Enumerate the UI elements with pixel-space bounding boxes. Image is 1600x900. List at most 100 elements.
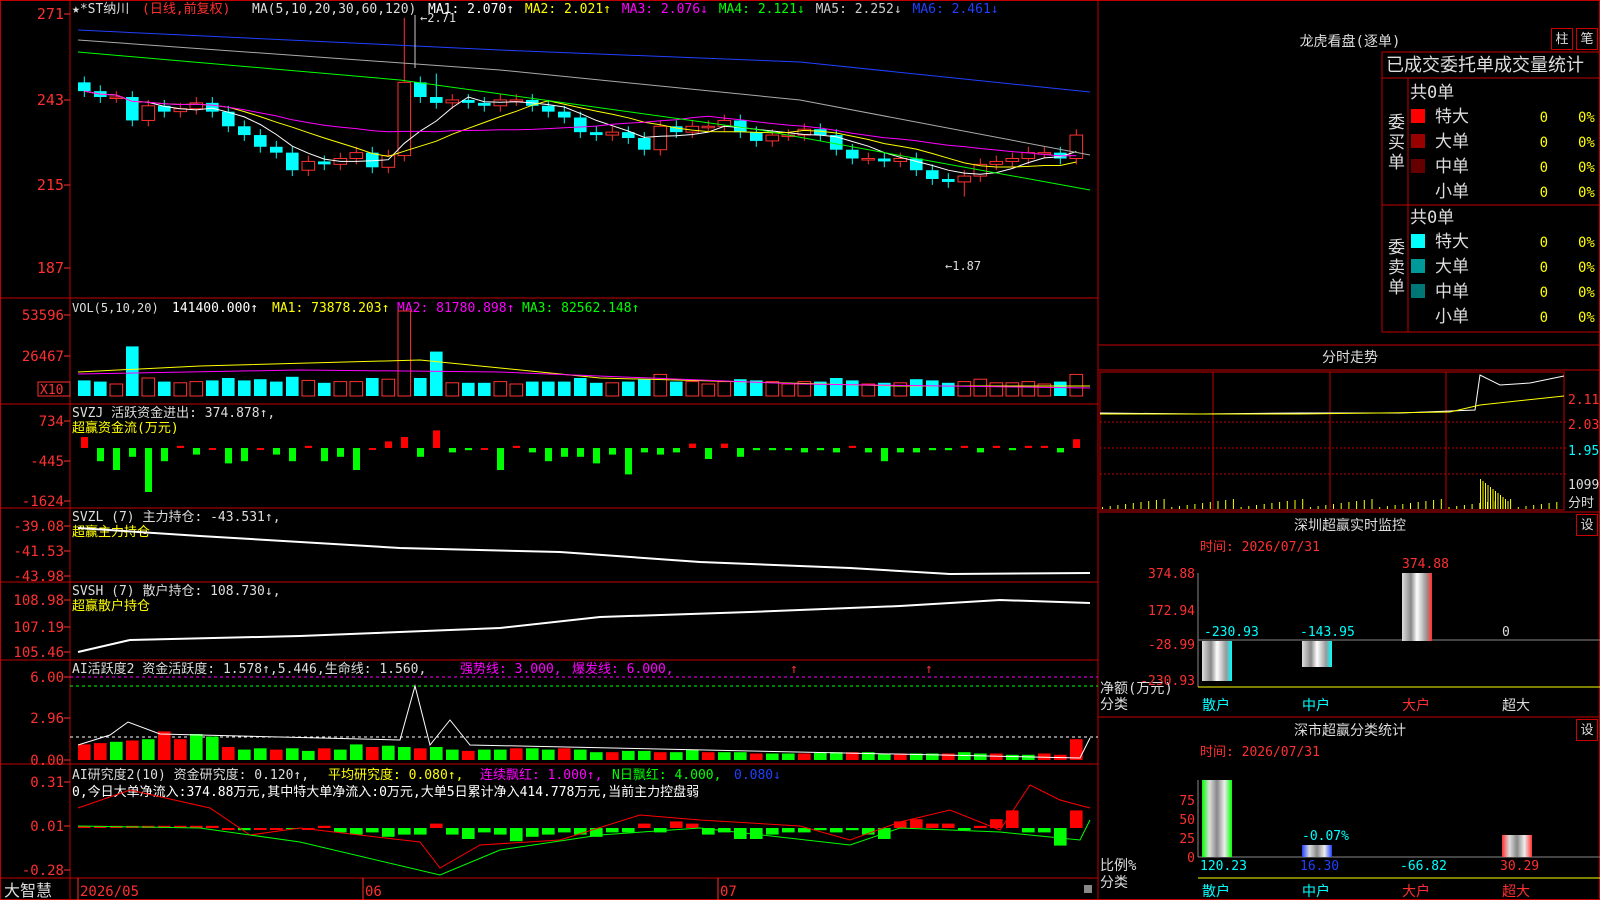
monitor-settings-button[interactable]: 设 (1576, 514, 1598, 536)
bar-mode-button[interactable]: 柱 (1551, 28, 1573, 50)
price-tick-label: 243 (37, 91, 64, 109)
classify-category: 大户 (1402, 883, 1430, 900)
activity-bar (558, 748, 571, 760)
fenshi-vol-bar (1163, 499, 1165, 509)
volume-bar (526, 381, 539, 396)
activity-bar (174, 739, 187, 760)
n-day-red-label: N日飘红: 4.000, (612, 767, 721, 783)
volume-bar (893, 382, 908, 397)
sell-row-count: 0 (1540, 285, 1548, 301)
research-bar-negative (766, 828, 779, 835)
flow-bar-positive (305, 445, 312, 448)
candle-body (286, 152, 299, 171)
classify-xlabel: 分类 (1100, 875, 1128, 891)
fenshi-tick-label: 10999 (1568, 478, 1600, 493)
volume-bar (318, 382, 331, 396)
vol-ma-legend: MA2: 81780.898↑ (397, 301, 514, 316)
monitor-bar (1202, 641, 1232, 681)
flow-bar-negative (337, 448, 344, 457)
candle-body (750, 132, 763, 141)
sell-row-name: 小单 (1435, 307, 1469, 327)
strong-line-label: 强势线: 3.000, (460, 661, 562, 677)
candle-body (653, 125, 668, 151)
flow-bar-negative (1057, 448, 1064, 453)
activity-bar (510, 748, 523, 760)
tick-mode-button[interactable]: 笔 (1576, 28, 1598, 50)
volume-bar (957, 381, 972, 397)
monitor-bar (1402, 573, 1432, 641)
brand-label: 大智慧 (4, 881, 52, 900)
ai-active-header: AI活跃度2 资金活跃度: 1.578↑,5.446,生命线: 1.560, (72, 661, 426, 677)
fenshi-vol-bar (1540, 504, 1542, 509)
flow-bar-negative (881, 448, 888, 462)
sell-row-pct: 0% (1578, 285, 1595, 301)
svsh-tick-label: 107.19 (13, 620, 64, 636)
fenshi-vol-bar (1456, 506, 1458, 509)
flow-bar-negative (241, 448, 248, 462)
ma5-line (77, 39, 1091, 156)
candle-body (78, 82, 91, 92)
classify-settings-button[interactable]: 设 (1576, 719, 1598, 741)
research-bar-negative (366, 828, 379, 833)
candle-body (397, 81, 412, 157)
flow-bar-negative (545, 448, 552, 462)
flow-bar-negative (497, 448, 504, 470)
flow-bar-positive (369, 448, 376, 450)
activity-bar (302, 750, 315, 760)
activity-bar (670, 752, 683, 760)
buy-row-count: 0 (1540, 185, 1548, 201)
volume-bar (509, 383, 524, 397)
fenshi-vol-bar (1302, 499, 1304, 509)
fenshi-vol-bar (1186, 505, 1188, 509)
activity-bar (462, 750, 475, 760)
fenshi-vol-bar (1309, 507, 1311, 509)
fenshi-vol-bar (1225, 500, 1227, 509)
research-bar-negative (782, 828, 795, 833)
fenshi-vol-bar (1386, 506, 1388, 509)
activity-bar (318, 748, 331, 760)
candle-body (542, 105, 555, 112)
volume-bar (685, 381, 700, 397)
research-bar-negative (414, 828, 427, 835)
flow-bar-positive (849, 445, 856, 448)
monitor-category: 超大 (1502, 698, 1530, 714)
research-bar-negative (542, 828, 555, 835)
activity-bar (254, 748, 267, 760)
candle-body (206, 102, 219, 112)
fenshi-price-line (1099, 374, 1565, 415)
vol-tick-label: 26467 (22, 349, 64, 365)
fenshi-vol-bar (1102, 507, 1103, 509)
buy-row-name: 大单 (1435, 132, 1469, 152)
price-tick-label: 187 (37, 259, 64, 277)
price-tick-label: 271 (37, 5, 64, 23)
svsh-tick-label: 105.46 (13, 645, 64, 661)
flow-bar-positive (177, 445, 184, 448)
flow-bar-negative (769, 448, 776, 451)
buy-row-count: 0 (1540, 110, 1548, 126)
volume-bar (286, 376, 299, 396)
candle-body (366, 152, 379, 168)
volume-bar (254, 379, 267, 396)
order-stats-header: 已成交委托单成交量统计 (1386, 55, 1584, 76)
fenshi-vol-bar (1510, 499, 1512, 509)
fenshi-vol-bar (1517, 507, 1519, 509)
buy-color-swatch (1411, 159, 1425, 173)
research-bar-negative (462, 828, 475, 839)
volume-bar (1005, 382, 1020, 397)
candle-body (493, 99, 508, 107)
volume-bar (717, 381, 732, 397)
monitor-time: 时间: 2026/07/31 (1200, 540, 1320, 555)
candle-body (942, 179, 955, 182)
research-bar-negative (846, 828, 859, 831)
main-chart-canvas[interactable]: ←2.71←1.87271243215187★*ST纳川 (日线,前复权) MA(5… (0, 0, 1600, 900)
candle-body (238, 126, 251, 136)
research-bar-negative (510, 828, 523, 842)
activity-bar (430, 747, 443, 760)
buy-row-pct: 0% (1578, 110, 1595, 126)
flow-bar-negative (897, 448, 904, 453)
volume-bar (670, 381, 683, 396)
flow-bar-positive (209, 448, 216, 450)
monitor-bar (1302, 641, 1332, 667)
activity-bar (110, 741, 123, 760)
svzj-subtitle: 超赢资金流(万元) (72, 420, 179, 436)
